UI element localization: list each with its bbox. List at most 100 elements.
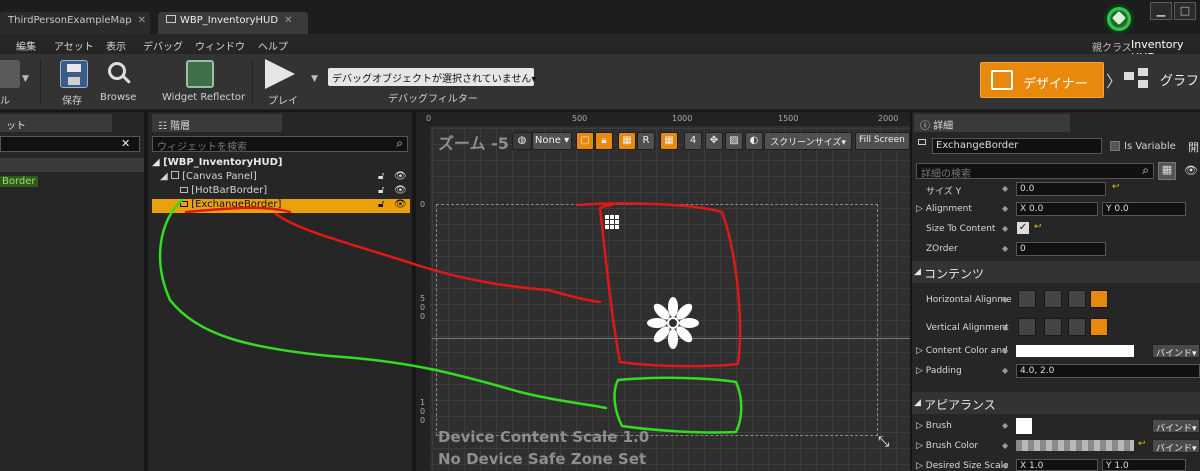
expand-arrow-icon[interactable]: ▷ [916,366,926,376]
reset-icon[interactable]: ↩ [1112,182,1120,192]
menu-window[interactable]: ウィンドウ [195,38,245,53]
minimize-button[interactable]: ▁ [1150,2,1172,20]
save-button[interactable]: 保存 [62,92,82,107]
graph-icon[interactable] [1124,68,1156,90]
widget-reflector-icon[interactable] [186,60,214,88]
pin-icon[interactable]: ◆ [1002,441,1008,450]
move-icon[interactable]: ✥ [705,132,723,150]
image-icon[interactable]: ▨ [725,132,743,150]
menu-asset[interactable]: アセット [54,38,94,53]
pin-icon[interactable]: ◆ [1002,224,1008,233]
expand-arrow-icon[interactable]: ◢ [160,171,171,182]
pin-icon[interactable]: ◆ [1002,366,1008,375]
contents-section-header[interactable]: ◢ コンテンツ [912,261,1200,283]
brush-preview[interactable] [1016,418,1032,434]
expand-arrow-icon[interactable]: ▷ [916,204,926,214]
globe-icon[interactable]: ◍ [512,132,532,150]
reset-icon[interactable]: ↩ [1034,222,1042,232]
menu-view[interactable]: 表示 [106,38,126,53]
play-icon[interactable] [265,59,295,89]
list-item[interactable]: Border [0,176,38,187]
pin-icon[interactable]: ◆ [1002,244,1008,253]
menu-debug[interactable]: デバッグ [143,38,183,53]
size-to-content-checkbox[interactable]: ✓ [1017,222,1029,234]
eye-icon[interactable]: 👁︎ [394,171,407,182]
desired-size-scale-x-input[interactable]: X 1.0 [1016,459,1098,471]
tree-item-canvas-panel[interactable]: ◢ [Canvas Panel] 🔓︎ 👁︎ [160,171,408,185]
expand-arrow-icon[interactable]: ▷ [916,461,926,471]
play-button[interactable]: プレイ [268,92,298,107]
expand-arrow-icon[interactable]: ▷ [916,441,926,451]
menu-edit[interactable]: 編集 [16,38,36,53]
pin-icon[interactable]: ◆ [1002,346,1008,355]
fill-screen-select[interactable]: Fill Screen [855,132,910,150]
padding-input[interactable]: 4.0, 2.0 [1016,364,1200,378]
bind-button[interactable]: バインド▾ [1152,344,1200,359]
pin-icon[interactable]: ◆ [1002,295,1008,304]
dpi-icon[interactable]: ◐ [745,132,763,150]
zorder-input[interactable]: 0 [1016,242,1106,256]
brush-color-swatch[interactable] [1016,440,1134,451]
desired-size-scale-y-input[interactable]: Y 1.0 [1102,459,1186,471]
lock-icon[interactable]: 🔒︎ [595,132,613,150]
resize-handle-icon[interactable]: ⤡ [878,434,889,450]
align-center-button[interactable] [1044,290,1062,308]
debug-object-select[interactable]: デバッグオブジェクトが選択されていません▾ [328,68,536,86]
alignment-y-input[interactable]: Y 0.0 [1102,202,1186,216]
bind-button[interactable]: バインド▾ [1152,419,1200,434]
lock-icon[interactable]: 🔓︎ [378,199,384,210]
eye-icon[interactable]: 👁︎ [394,185,407,196]
size-y-input[interactable]: 0.0 [1016,182,1106,196]
lock-icon[interactable]: 🔓︎ [378,185,384,196]
localization-preview-select[interactable]: None ▾ [532,132,572,150]
pin-icon[interactable]: ◆ [1002,323,1008,332]
tree-item-root[interactable]: ◢ [WBP_InventoryHUD] [152,157,408,171]
pin-icon[interactable]: ◆ [1002,461,1008,470]
save-icon[interactable] [60,60,88,88]
appearance-section-header[interactable]: ◢ アピアランス [912,392,1200,414]
bind-button[interactable]: バインド▾ [1152,439,1200,454]
align-fill-button[interactable] [1090,290,1108,308]
menu-help[interactable]: ヘルプ [258,38,288,53]
align-left-button[interactable] [1018,290,1036,308]
pin-icon[interactable]: ◆ [1002,421,1008,430]
align-bottom-button[interactable] [1068,318,1086,336]
open-button[interactable]: 開 [1188,139,1199,155]
align-middle-button[interactable] [1044,318,1062,336]
eye-icon[interactable]: 👁︎ [394,199,407,210]
browse-button[interactable]: Browse [100,92,136,103]
align-fill-vertical-button[interactable] [1090,318,1108,336]
lock-icon[interactable]: 🔓︎ [378,171,384,182]
close-icon[interactable]: ✕ [138,15,146,26]
left-panel-search[interactable]: ✕ [0,136,140,152]
widget-name-input[interactable]: ExchangeBorder [932,138,1102,154]
tree-item-exchange-border[interactable]: [ExchangeBorder] 🔓︎ 👁︎ [152,199,410,213]
browse-icon[interactable] [104,60,132,88]
close-icon[interactable]: ✕ [284,15,292,26]
tab-third-person-example-map[interactable]: ThirdPersonExampleMap ✕ [0,12,150,34]
alignment-x-input[interactable]: X 0.0 [1016,202,1098,216]
designer-button[interactable]: デザイナー [980,62,1104,98]
is-variable-checkbox[interactable] [1110,141,1120,151]
screen-size-select[interactable]: スクリーンサイズ▾ [764,132,852,150]
render-transform-button[interactable]: R [637,132,655,150]
expand-arrow-icon[interactable]: ▷ [916,421,926,431]
grid-icon[interactable]: ▦ [660,132,678,150]
respect-locks-icon[interactable]: ▢ [576,132,594,150]
grid-size-select[interactable]: 4 [684,132,702,150]
content-color-swatch[interactable] [1016,345,1134,357]
expand-arrow-icon[interactable]: ◢ [152,157,163,168]
tab-wbp-inventory-hud[interactable]: WBP_InventoryHUD ✕ [158,12,308,34]
pin-icon[interactable]: ◆ [1002,184,1008,193]
anchor-flower-icon[interactable] [646,296,700,350]
eye-icon[interactable]: 👁︎ [1184,164,1198,177]
expand-arrow-icon[interactable]: ▷ [916,346,926,356]
tree-item-hotbar-border[interactable]: [HotBarBorder] 🔓︎ 👁︎ [180,185,408,199]
align-right-button[interactable] [1068,290,1086,308]
hierarchy-search-input[interactable]: ウィジェットを検索 ⌕ [152,136,408,153]
anchor-icon[interactable] [604,214,620,230]
details-search-input[interactable]: 詳細の検索 ⌕ [916,163,1154,180]
graph-button[interactable]: グラフ [1160,70,1199,89]
align-top-button[interactable] [1018,318,1036,336]
widget-reflector-button[interactable]: Widget Reflector [162,92,245,103]
